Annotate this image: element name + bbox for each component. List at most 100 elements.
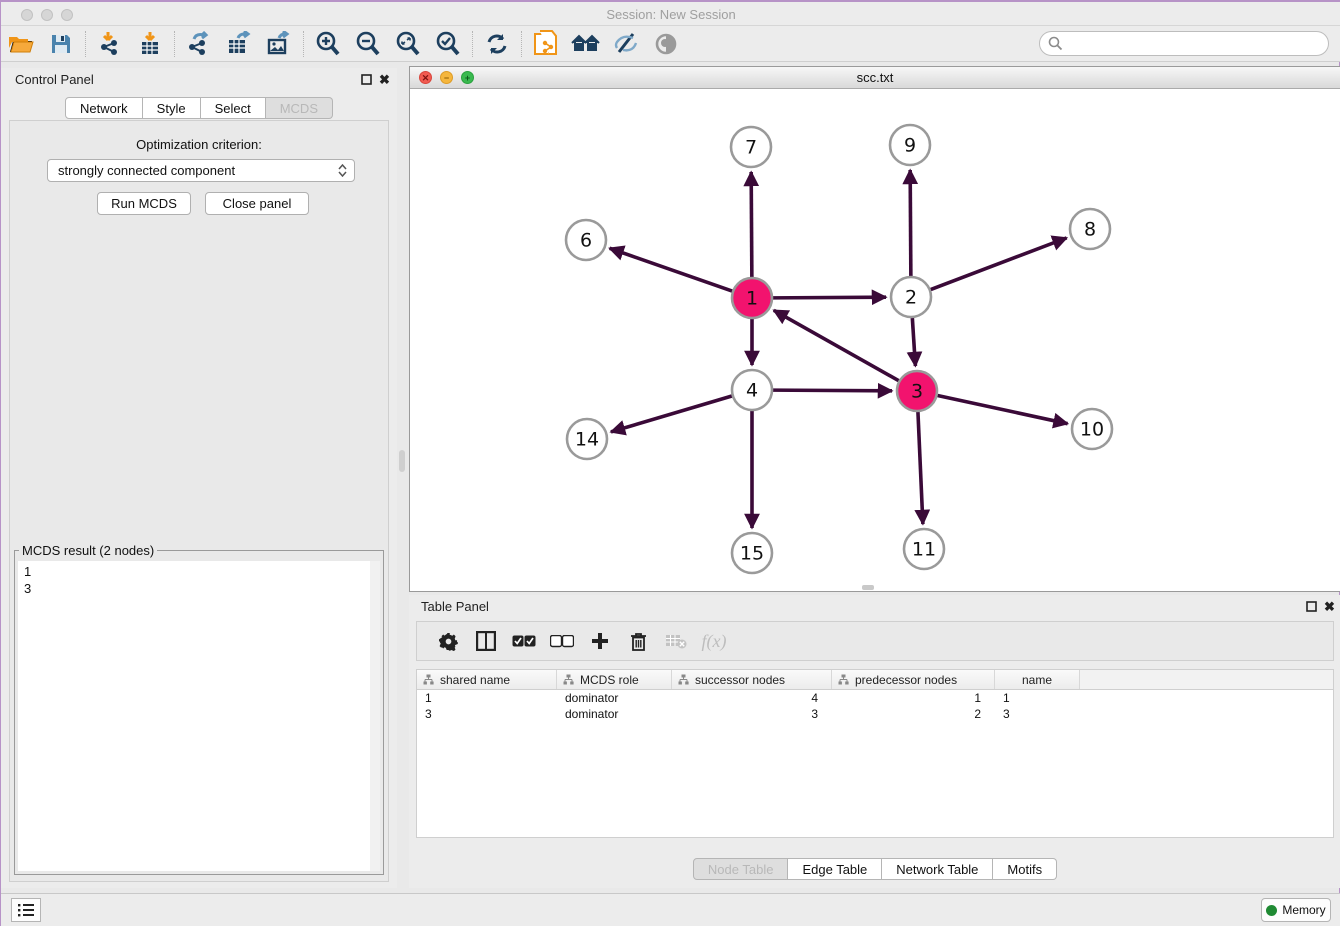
tab-style[interactable]: Style xyxy=(143,97,201,119)
run-mcds-button[interactable]: Run MCDS xyxy=(97,192,191,215)
hide-selected-button[interactable] xyxy=(606,28,646,60)
float-table-panel-icon[interactable] xyxy=(1306,601,1317,612)
result-scrollbar[interactable] xyxy=(370,561,380,871)
edge-2-8[interactable] xyxy=(931,238,1067,290)
column-header-successor-nodes[interactable]: successor nodes xyxy=(672,670,832,689)
select-all-button[interactable] xyxy=(505,635,543,648)
tab-network[interactable]: Network xyxy=(65,97,143,119)
show-hidden-button[interactable] xyxy=(646,28,686,60)
edge-3-11[interactable] xyxy=(918,412,923,524)
node-label-9: 9 xyxy=(904,135,916,157)
table-row[interactable]: 3dominator323 xyxy=(417,706,1333,722)
node-label-7: 7 xyxy=(745,137,757,159)
mcds-result-line: 3 xyxy=(24,580,380,597)
import-table-button[interactable] xyxy=(130,28,170,60)
column-header-MCDS-role[interactable]: MCDS role xyxy=(557,670,672,689)
tab-mcds[interactable]: MCDS xyxy=(266,97,333,119)
homes-icon xyxy=(571,33,601,55)
edge-4-14[interactable] xyxy=(611,396,732,432)
table-cell[interactable]: 3 xyxy=(672,706,832,722)
column-header-shared-name[interactable]: shared name xyxy=(417,670,557,689)
trash-icon xyxy=(630,632,647,651)
edge-2-3[interactable] xyxy=(912,318,915,366)
network-window-titlebar[interactable]: ✕ − + scc.txt xyxy=(410,67,1340,89)
close-panel-button[interactable]: Close panel xyxy=(205,192,309,215)
table-settings-button[interactable] xyxy=(429,632,467,651)
table-cell[interactable]: 3 xyxy=(995,706,1080,722)
new-network-from-selection-button[interactable] xyxy=(526,28,566,60)
zoom-selected-button[interactable] xyxy=(428,28,468,60)
node-label-2: 2 xyxy=(905,287,917,309)
network-window: ✕ − + scc.txt 7968124314101511 xyxy=(409,66,1340,592)
node-label-10: 10 xyxy=(1080,419,1104,441)
zoom-in-button[interactable] xyxy=(308,28,348,60)
memory-button[interactable]: Memory xyxy=(1261,898,1331,922)
add-column-button[interactable] xyxy=(581,632,619,650)
table-cell[interactable]: 1 xyxy=(417,690,557,706)
node-label-6: 6 xyxy=(580,230,592,252)
edge-1-7[interactable] xyxy=(751,172,752,277)
table-cell[interactable]: dominator xyxy=(557,690,672,706)
import-network-button[interactable] xyxy=(90,28,130,60)
network-hscroll-thumb[interactable] xyxy=(862,585,874,590)
close-table-panel-icon[interactable]: ✖ xyxy=(1324,599,1335,615)
deselect-all-button[interactable] xyxy=(543,635,581,648)
network-canvas[interactable]: 7968124314101511 xyxy=(410,89,1340,591)
toolbar-separator xyxy=(472,31,473,57)
column-header-predecessor-nodes[interactable]: predecessor nodes xyxy=(832,670,995,689)
mcds-result-list[interactable]: 13 xyxy=(18,561,380,871)
show-columns-button[interactable] xyxy=(467,631,505,651)
table-cell[interactable]: 4 xyxy=(672,690,832,706)
edge-3-10[interactable] xyxy=(938,395,1068,423)
column-header-name[interactable]: name xyxy=(995,670,1080,689)
export-network-button[interactable] xyxy=(179,28,219,60)
new-network-from-selection-icon xyxy=(533,30,559,58)
tab-network-table[interactable]: Network Table xyxy=(882,858,993,880)
edge-1-6[interactable] xyxy=(610,248,733,291)
tab-edge-table[interactable]: Edge Table xyxy=(788,858,882,880)
open-session-button[interactable] xyxy=(1,28,41,60)
refresh-view-button[interactable] xyxy=(477,28,517,60)
table-cell[interactable]: 1 xyxy=(995,690,1080,706)
table-panel: Table Panel ✖ f(x) shared nameMCDS rol xyxy=(409,595,1340,888)
edge-3-1[interactable] xyxy=(774,310,899,380)
edge-2-9[interactable] xyxy=(910,170,911,276)
node-label-15: 15 xyxy=(740,543,764,565)
table-cell[interactable]: dominator xyxy=(557,706,672,722)
zoom-out-icon xyxy=(355,31,381,57)
tab-motifs[interactable]: Motifs xyxy=(993,858,1057,880)
task-history-button[interactable] xyxy=(11,898,41,922)
criterion-dropdown[interactable]: strongly connected component xyxy=(47,159,355,182)
show-eye-icon xyxy=(653,32,679,56)
node-label-3: 3 xyxy=(911,381,923,403)
node-table[interactable]: shared nameMCDS role successor nodes prede… xyxy=(416,669,1334,838)
delete-column-button[interactable] xyxy=(619,632,657,651)
table-cell[interactable]: 1 xyxy=(832,690,995,706)
table-cell[interactable]: 3 xyxy=(417,706,557,722)
zoom-out-button[interactable] xyxy=(348,28,388,60)
tab-node-table[interactable]: Node Table xyxy=(693,858,789,880)
hierarchy-icon xyxy=(678,674,689,685)
zoom-fit-button[interactable] xyxy=(388,28,428,60)
export-image-button[interactable] xyxy=(259,28,299,60)
show-all-nodes-button[interactable] xyxy=(566,28,606,60)
table-row[interactable]: 1dominator411 xyxy=(417,690,1333,706)
list-icon xyxy=(18,903,35,917)
panel-splitter-handle[interactable] xyxy=(399,450,405,472)
float-panel-icon[interactable] xyxy=(361,74,372,85)
import-table-icon xyxy=(138,31,162,57)
table-header-row: shared nameMCDS role successor nodes prede… xyxy=(417,670,1333,690)
edge-1-2[interactable] xyxy=(773,297,886,298)
delete-table-button[interactable] xyxy=(657,633,695,649)
columns-icon xyxy=(476,631,496,651)
tab-select[interactable]: Select xyxy=(201,97,266,119)
column-header-label: successor nodes xyxy=(695,673,785,687)
save-session-button[interactable] xyxy=(41,28,81,60)
export-table-button[interactable] xyxy=(219,28,259,60)
function-builder-button[interactable]: f(x) xyxy=(695,631,733,652)
table-cell[interactable]: 2 xyxy=(832,706,995,722)
edge-4-3[interactable] xyxy=(773,390,892,391)
close-panel-icon[interactable]: ✖ xyxy=(379,72,390,88)
search-input[interactable] xyxy=(1039,31,1329,56)
network-graph[interactable]: 7968124314101511 xyxy=(410,89,1340,591)
